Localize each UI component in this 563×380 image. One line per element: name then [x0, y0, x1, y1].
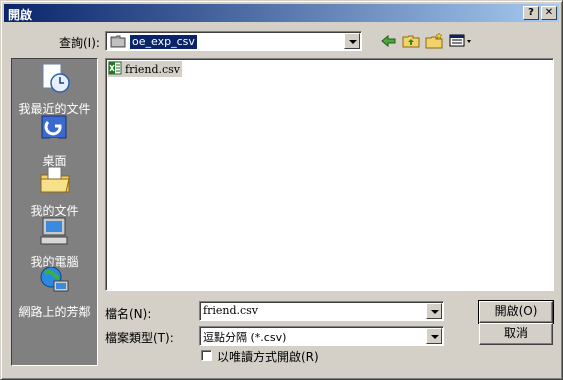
- place-network-label: 網路上的芳鄰: [18, 305, 91, 319]
- filetype-label: 檔案類型(T):: [105, 331, 174, 345]
- my-computer-icon: [38, 217, 72, 251]
- view-menu-icon[interactable]: [448, 32, 474, 50]
- place-my-computer[interactable]: 我的電腦: [12, 214, 97, 270]
- filename-dropdown-button[interactable]: [426, 303, 442, 319]
- filetype-dropdown-button[interactable]: [426, 328, 442, 344]
- place-my-documents[interactable]: 我的文件: [12, 163, 97, 219]
- help-button[interactable]: ?: [523, 6, 539, 20]
- places-bar: 我最近的文件 桌面 我的文件 我的電腦 網路上的芳鄰: [11, 58, 98, 366]
- recent-documents-icon: [38, 63, 72, 98]
- filename-label: 檔名(N):: [105, 307, 152, 321]
- filetype-value: 逗點分隔 (*.csv): [203, 331, 287, 344]
- place-recent[interactable]: 我最近的文件: [12, 61, 97, 117]
- my-documents-icon: [38, 166, 72, 200]
- file-name: friend.csv: [125, 62, 180, 76]
- title-bar[interactable]: 開啟 ? ✕: [4, 4, 559, 22]
- readonly-checkbox[interactable]: [201, 350, 212, 361]
- filename-field[interactable]: friend.csv: [199, 301, 444, 321]
- back-icon[interactable]: [379, 32, 399, 50]
- filename-value: friend.csv: [203, 304, 258, 317]
- network-places-icon: [38, 266, 72, 301]
- lookin-label: 查詢(I):: [59, 36, 100, 50]
- up-folder-icon[interactable]: [401, 32, 421, 50]
- close-button[interactable]: ✕: [541, 6, 557, 20]
- file-list[interactable]: friend.csv: [105, 58, 554, 291]
- lookin-dropdown-button[interactable]: [344, 33, 360, 49]
- readonly-label[interactable]: 以唯讀方式開啟(R): [217, 348, 319, 365]
- list-item[interactable]: friend.csv: [108, 61, 182, 77]
- place-network[interactable]: 網路上的芳鄰: [12, 264, 97, 320]
- open-file-dialog: 開啟 ? ✕ 查詢(I): oe_exp_csv 我最近的文件 桌面 我的文件 …: [0, 0, 563, 380]
- new-folder-icon[interactable]: [424, 32, 444, 50]
- open-button[interactable]: 開啟(O): [478, 300, 554, 324]
- lookin-combo[interactable]: oe_exp_csv: [105, 31, 362, 51]
- cancel-button[interactable]: 取消: [479, 323, 553, 345]
- csv-file-icon: [108, 61, 122, 78]
- window-title: 開啟: [8, 8, 33, 22]
- filetype-select[interactable]: 逗點分隔 (*.csv): [199, 326, 444, 346]
- folder-icon: [110, 34, 126, 51]
- place-desktop[interactable]: 桌面: [12, 113, 97, 169]
- desktop-icon: [38, 115, 72, 150]
- lookin-value: oe_exp_csv: [129, 34, 198, 50]
